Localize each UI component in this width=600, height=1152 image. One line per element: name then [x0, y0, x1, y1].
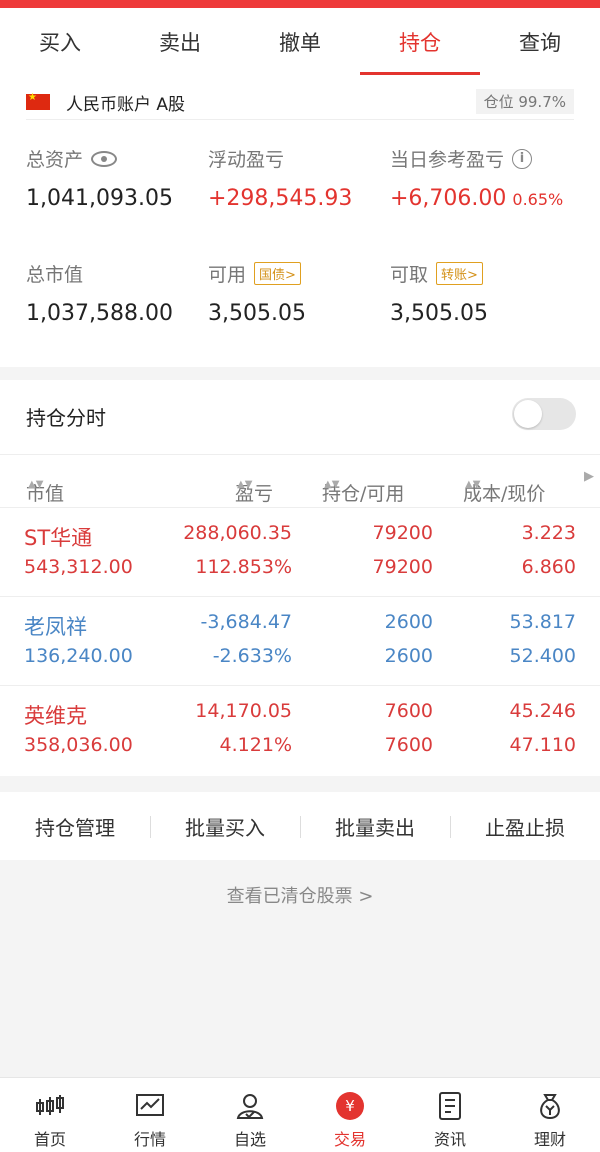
candlestick-icon [34, 1090, 66, 1122]
money-bag-icon [534, 1090, 566, 1122]
divider [26, 119, 574, 120]
stock-market-value: 136,240.00 [24, 645, 133, 667]
stock-avail: 7600 [384, 734, 433, 756]
person-icon [234, 1090, 266, 1122]
daily-pl-pct: 0.65% [512, 190, 564, 209]
table-row[interactable]: ST华通 543,312.00 288,060.35 112.853% 7920… [0, 508, 600, 597]
stock-cost: 45.246 [509, 700, 576, 722]
stock-name: 英维克 [24, 704, 87, 728]
stock-hold: 79200 [372, 522, 433, 544]
treasury-bond-tag[interactable]: 国债> [254, 262, 301, 285]
nav-wealth[interactable]: 理财 [500, 1078, 600, 1152]
stop-profit-loss-button[interactable]: 止盈止损 [450, 812, 600, 841]
total-assets-value: 1,041,093.05 [26, 186, 173, 211]
stock-market-value: 358,036.00 [24, 734, 133, 756]
nav-watchlist-label: 自选 [233, 1130, 266, 1149]
withdrawable-value: 3,505.05 [390, 301, 488, 326]
tab-buy[interactable]: 买入 [0, 8, 120, 75]
total-assets-label: 总资产 [26, 149, 84, 171]
withdrawable-funds: 可取 转账> 3,505.05 [390, 260, 488, 326]
holdings-actions: 持仓管理 批量买入 批量卖出 止盈止损 [0, 792, 600, 860]
nav-market-label: 行情 [133, 1130, 166, 1149]
stock-price: 6.860 [521, 556, 576, 578]
stock-cost: 3.223 [521, 522, 576, 544]
available-label: 可用 [208, 264, 247, 286]
chart-icon [134, 1090, 166, 1122]
nav-home[interactable]: 首页 [0, 1078, 100, 1152]
account-selector[interactable]: 人民币账户 A股 仓位 99.7% [26, 87, 574, 117]
sort-icon: ▲▼ [465, 479, 481, 490]
top-accent-bar [0, 0, 600, 8]
china-flag-icon [26, 92, 50, 110]
stock-pl-pct: -2.633% [212, 645, 292, 667]
stock-market-value: 543,312.00 [24, 556, 133, 578]
account-summary: 人民币账户 A股 仓位 99.7% 总资产 1,041,093.05 浮动盈亏 … [0, 75, 600, 367]
holdings-column-header: 市值 ▲▼ 盈亏 ▲▼ 持仓/可用 ▲▼ 成本/现价 ▲▼ ▶ [0, 454, 600, 508]
stock-pl: 288,060.35 [183, 522, 292, 544]
nav-trade[interactable]: ¥ 交易 [300, 1078, 400, 1152]
account-name: 人民币账户 A股 [66, 94, 186, 115]
document-icon [434, 1090, 466, 1122]
holdings-panel: 持仓分时 市值 ▲▼ 盈亏 ▲▼ 持仓/可用 ▲▼ 成本/现价 ▲▼ ▶ ST华通 54… [0, 380, 600, 776]
nav-home-label: 首页 [33, 1130, 66, 1149]
holdings-timeshare-toggle[interactable] [512, 398, 576, 430]
svg-text:¥: ¥ [345, 1097, 355, 1115]
stock-cost: 53.817 [509, 611, 576, 633]
tab-holdings[interactable]: 持仓 [360, 8, 480, 75]
stock-hold: 2600 [384, 611, 433, 633]
stock-hold: 7600 [384, 700, 433, 722]
nav-market[interactable]: 行情 [100, 1078, 200, 1152]
stock-price: 47.110 [509, 734, 576, 756]
stock-price: 52.400 [509, 645, 576, 667]
tab-cancel[interactable]: 撤单 [240, 8, 360, 75]
holdings-timeshare-title: 持仓分时 [26, 406, 106, 430]
nav-trade-label: 交易 [333, 1130, 366, 1149]
total-assets: 总资产 1,041,093.05 [26, 145, 173, 211]
stock-pl-pct: 4.121% [219, 734, 292, 756]
market-value: 总市值 1,037,588.00 [26, 260, 173, 326]
stock-avail: 2600 [384, 645, 433, 667]
withdrawable-label: 可取 [390, 264, 429, 286]
eye-icon[interactable] [91, 150, 118, 167]
floating-pl-label: 浮动盈亏 [208, 149, 285, 171]
tab-sell[interactable]: 卖出 [120, 8, 240, 75]
yuan-icon: ¥ [334, 1090, 366, 1122]
sort-icon: ▲▼ [28, 479, 44, 490]
scroll-right-icon[interactable]: ▶ [584, 469, 594, 484]
bottom-nav: 首页 行情 自选 ¥ 交易 资讯 理财 [0, 1077, 600, 1152]
trade-tabs: 买入 卖出 撤单 持仓 查询 [0, 8, 600, 75]
stock-pl-pct: 112.853% [195, 556, 292, 578]
daily-pl: 当日参考盈亏 i +6,706.00 0.65% [390, 145, 563, 211]
view-cleared-stocks-link[interactable]: 查看已清仓股票 > [0, 882, 600, 908]
daily-pl-label: 当日参考盈亏 [390, 149, 505, 171]
stock-avail: 79200 [372, 556, 433, 578]
floating-pl: 浮动盈亏 +298,545.93 [208, 145, 352, 211]
nav-news[interactable]: 资讯 [400, 1078, 500, 1152]
batch-buy-button[interactable]: 批量买入 [150, 812, 300, 841]
batch-sell-button[interactable]: 批量卖出 [300, 812, 450, 841]
info-icon[interactable]: i [512, 148, 533, 169]
floating-pl-value: +298,545.93 [208, 186, 353, 211]
tab-query[interactable]: 查询 [480, 8, 600, 75]
available-funds: 可用 国债> 3,505.05 [208, 260, 306, 326]
stock-pl: 14,170.05 [195, 700, 292, 722]
nav-watchlist[interactable]: 自选 [200, 1078, 300, 1152]
stock-name: ST华通 [24, 526, 93, 550]
market-value-value: 1,037,588.00 [26, 301, 173, 326]
stock-pl: -3,684.47 [200, 611, 292, 633]
transfer-tag[interactable]: 转账> [436, 262, 483, 285]
available-value: 3,505.05 [208, 301, 306, 326]
nav-news-label: 资讯 [433, 1130, 466, 1149]
sort-icon: ▲▼ [237, 479, 253, 490]
sort-icon: ▲▼ [324, 479, 340, 490]
stock-name: 老凤祥 [24, 615, 87, 639]
holdings-manage-button[interactable]: 持仓管理 [0, 812, 150, 841]
nav-wealth-label: 理财 [533, 1130, 566, 1149]
daily-pl-value: +6,706.00 [390, 186, 507, 211]
market-value-label: 总市值 [26, 264, 84, 286]
position-ratio-badge: 仓位 99.7% [475, 89, 574, 114]
table-row[interactable]: 老凤祥 136,240.00 -3,684.47 -2.633% 2600 26… [0, 597, 600, 686]
table-row[interactable]: 英维克 358,036.00 14,170.05 4.121% 7600 760… [0, 686, 600, 775]
